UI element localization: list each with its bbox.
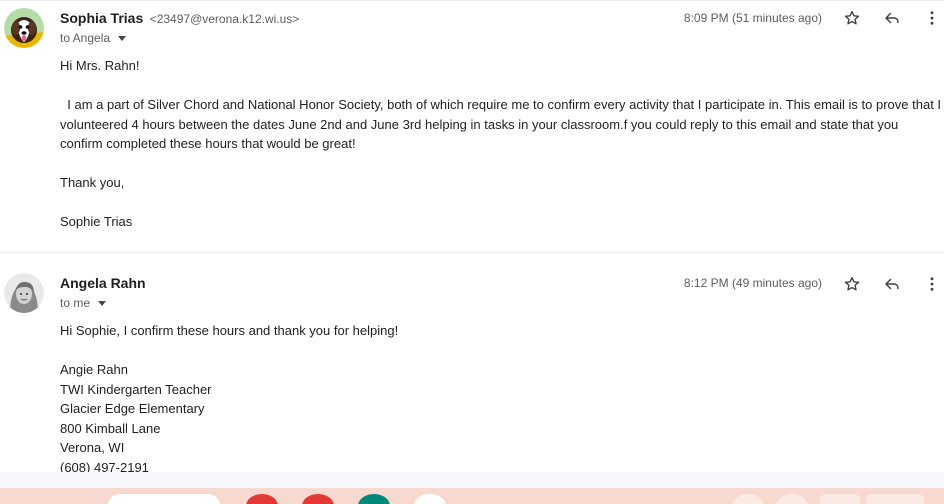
taskbar-app-icon[interactable] [358, 494, 390, 504]
taskbar-tray-item[interactable] [820, 494, 860, 504]
recipient-dropdown[interactable]: to Angela [60, 31, 127, 45]
chevron-down-icon[interactable] [118, 35, 127, 41]
taskbar-tray-item[interactable] [732, 494, 764, 504]
email-message: Angela Rahn to me 8:12 PM (49 minutes ag… [0, 253, 944, 475]
taskbar-app-icon[interactable] [246, 494, 278, 504]
thread-footer-strip [0, 472, 944, 488]
recipient-label: to me [60, 296, 91, 310]
sender-name[interactable]: Sophia Trias [60, 10, 143, 26]
signature-line: Verona, WI [60, 440, 125, 455]
signature-line: Glacier Edge Elementary [60, 401, 205, 416]
reply-icon[interactable] [880, 272, 904, 296]
message-body: Hi Mrs. Rahn! I am a part of Silver Chor… [60, 56, 944, 232]
recipient-label: to Angela [60, 31, 111, 45]
sender-email: <23497@verona.k12.wi.us> [149, 12, 300, 26]
reply-icon[interactable] [880, 6, 904, 30]
body-line: Hi Sophie, I confirm these hours and tha… [60, 323, 399, 338]
body-line: I am a part of Silver Chord and National… [60, 97, 942, 151]
star-icon[interactable] [840, 6, 864, 30]
chevron-down-icon[interactable] [98, 300, 107, 306]
taskbar-app-icon[interactable] [414, 494, 446, 504]
email-message: Sophia Trias <23497@verona.k12.wi.us> to… [0, 0, 944, 252]
body-line: Sophie Trias [60, 214, 133, 229]
message-body: Hi Sophie, I confirm these hours and tha… [60, 321, 944, 477]
body-line: Thank you, [60, 175, 125, 190]
body-line: Hi Mrs. Rahn! [60, 58, 140, 73]
taskbar-app-icon[interactable] [302, 494, 334, 504]
more-vert-icon[interactable] [920, 272, 944, 296]
sender-line: Angela Rahn [60, 275, 146, 293]
message-timestamp: 8:09 PM (51 minutes ago) [683, 11, 822, 25]
message-timestamp: 8:12 PM (49 minutes ago) [683, 276, 822, 290]
sender-line: Sophia Trias <23497@verona.k12.wi.us> [60, 10, 299, 28]
email-thread: Sophia Trias <23497@verona.k12.wi.us> to… [0, 0, 944, 504]
signature-line: TWI Kindergarten Teacher [60, 381, 212, 397]
taskbar-tray-item[interactable] [776, 494, 808, 504]
sender-name[interactable]: Angela Rahn [60, 275, 146, 291]
signature-line: Angie Rahn [60, 362, 128, 377]
sender-avatar-dog[interactable] [4, 8, 44, 48]
sender-avatar-photo[interactable] [4, 273, 44, 313]
signature-line: 800 Kimball Lane [60, 420, 161, 436]
more-vert-icon[interactable] [920, 6, 944, 30]
bottom-taskbar [0, 488, 944, 504]
recipient-dropdown[interactable]: to me [60, 296, 107, 310]
taskbar-pill[interactable] [108, 494, 220, 504]
taskbar-tray-item[interactable] [866, 494, 924, 504]
star-icon[interactable] [840, 272, 864, 296]
